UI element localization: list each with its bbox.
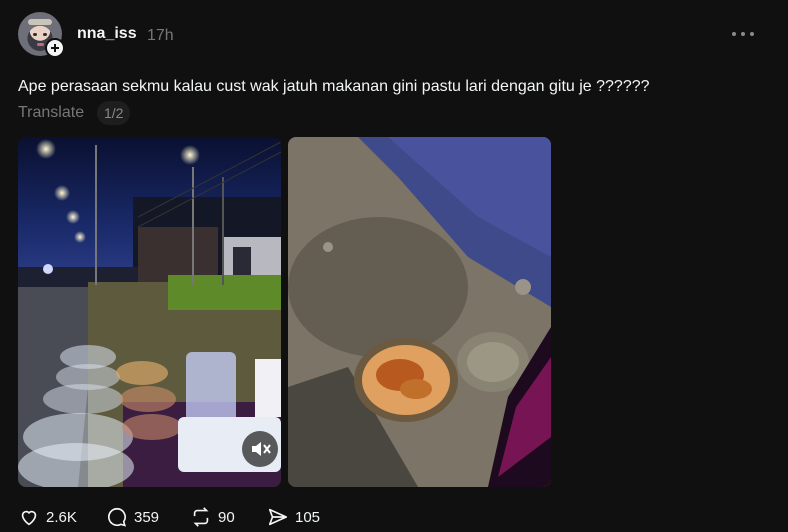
repost-count: 90 <box>218 509 235 526</box>
avatar-eye-right <box>43 33 47 36</box>
avatar-lips <box>37 43 44 46</box>
media-counter: 1/2 <box>97 101 131 125</box>
media-video-thumbnail[interactable] <box>18 137 281 487</box>
repost-button[interactable]: 90 <box>190 505 240 529</box>
translate-link[interactable]: Translate <box>18 104 84 122</box>
post-text: Ape perasaan sekmu kalau cust wak jatuh … <box>18 78 650 95</box>
repost-icon <box>193 507 209 527</box>
heart-icon <box>21 510 37 526</box>
share-count: 105 <box>295 509 321 526</box>
send-icon <box>268 508 288 526</box>
mute-icon[interactable] <box>242 431 278 467</box>
post-time[interactable]: 17h <box>147 27 174 45</box>
follow-plus-icon[interactable] <box>45 38 65 58</box>
username[interactable]: nna_iss <box>77 25 137 43</box>
like-count: 2.6K <box>46 509 77 526</box>
reply-button[interactable]: 359 <box>106 505 164 529</box>
reply-count: 359 <box>134 509 160 526</box>
avatar-tiara <box>28 19 52 25</box>
like-button[interactable]: 2.6K <box>18 505 80 529</box>
more-options-icon[interactable] <box>732 27 754 41</box>
media-photo[interactable] <box>288 137 551 487</box>
spilled-food-image <box>288 137 551 487</box>
comment-icon <box>108 507 127 527</box>
share-button[interactable]: 105 <box>267 505 325 529</box>
avatar-eye-left <box>33 33 37 36</box>
